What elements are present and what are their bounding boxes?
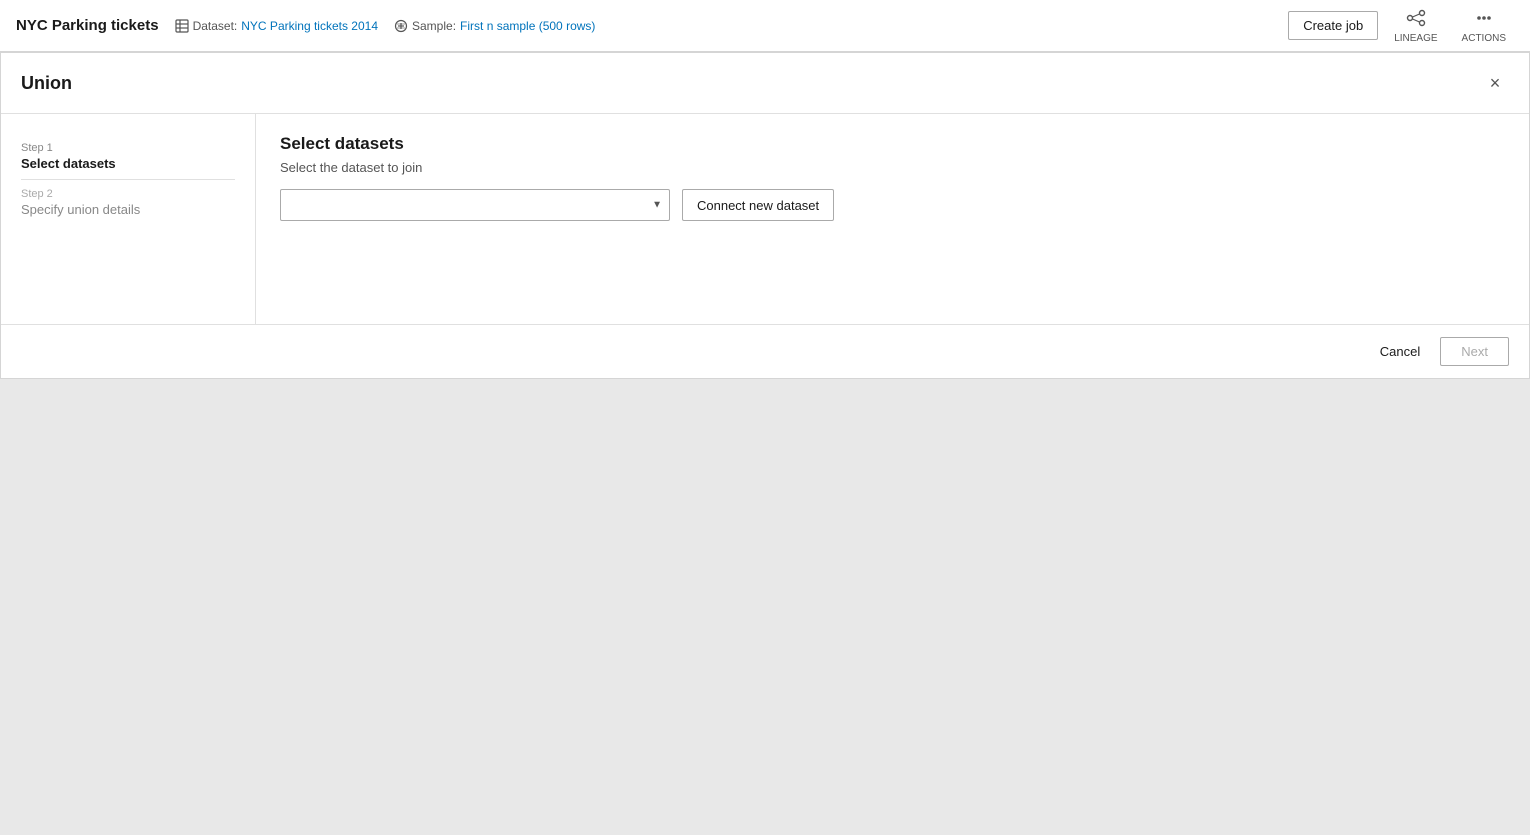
topbar-left: NYC Parking tickets Dataset: NYC Parking… — [16, 17, 595, 34]
sample-label: Sample: — [412, 19, 456, 33]
cancel-button[interactable]: Cancel — [1370, 338, 1430, 365]
app-title: NYC Parking tickets — [16, 17, 159, 34]
lineage-label: LINEAGE — [1394, 33, 1437, 44]
sample-link[interactable]: First n sample (500 rows) — [460, 19, 595, 33]
sample-icon — [394, 19, 408, 33]
step-1-name: Select datasets — [21, 156, 235, 171]
actions-icon — [1474, 8, 1494, 31]
lineage-icon — [1406, 8, 1426, 31]
dataset-meta: Dataset: NYC Parking tickets 2014 — [175, 19, 378, 33]
dataset-link[interactable]: NYC Parking tickets 2014 — [241, 19, 378, 33]
create-job-button[interactable]: Create job — [1288, 11, 1378, 40]
step-2-name: Specify union details — [21, 202, 235, 217]
sample-meta: Sample: First n sample (500 rows) — [394, 19, 595, 33]
dataset-select-wrapper: ▼ — [280, 189, 670, 221]
union-dialog: Union × Step 1 Select datasets Step 2 Sp… — [0, 52, 1530, 379]
dialog-title: Union — [21, 73, 72, 94]
step-1-item: Step 1 Select datasets — [21, 134, 235, 180]
dialog-body: Step 1 Select datasets Step 2 Specify un… — [1, 114, 1529, 324]
topbar-right: Create job LINEAGE AC — [1288, 4, 1514, 48]
dataset-form-row: ▼ Connect new dataset — [280, 189, 1505, 221]
dialog-footer: Cancel Next — [1, 324, 1529, 378]
content-title: Select datasets — [280, 134, 1505, 154]
next-button[interactable]: Next — [1440, 337, 1509, 366]
topbar: NYC Parking tickets Dataset: NYC Parking… — [0, 0, 1530, 52]
close-button[interactable]: × — [1481, 69, 1509, 97]
steps-sidebar: Step 1 Select datasets Step 2 Specify un… — [1, 114, 256, 324]
dialog-header: Union × — [1, 53, 1529, 114]
lineage-button[interactable]: LINEAGE — [1386, 4, 1445, 48]
step-2-item: Step 2 Specify union details — [21, 180, 235, 225]
content-subtitle: Select the dataset to join — [280, 160, 1505, 175]
actions-button[interactable]: ACTIONS — [1454, 4, 1514, 48]
connect-new-dataset-button[interactable]: Connect new dataset — [682, 189, 834, 221]
actions-label: ACTIONS — [1462, 33, 1506, 44]
dataset-icon — [175, 19, 189, 33]
dataset-label: Dataset: — [193, 19, 238, 33]
dataset-select[interactable] — [280, 189, 670, 221]
dialog-main-content: Select datasets Select the dataset to jo… — [256, 114, 1529, 324]
step-1-label: Step 1 — [21, 142, 235, 154]
step-2-label: Step 2 — [21, 188, 235, 200]
